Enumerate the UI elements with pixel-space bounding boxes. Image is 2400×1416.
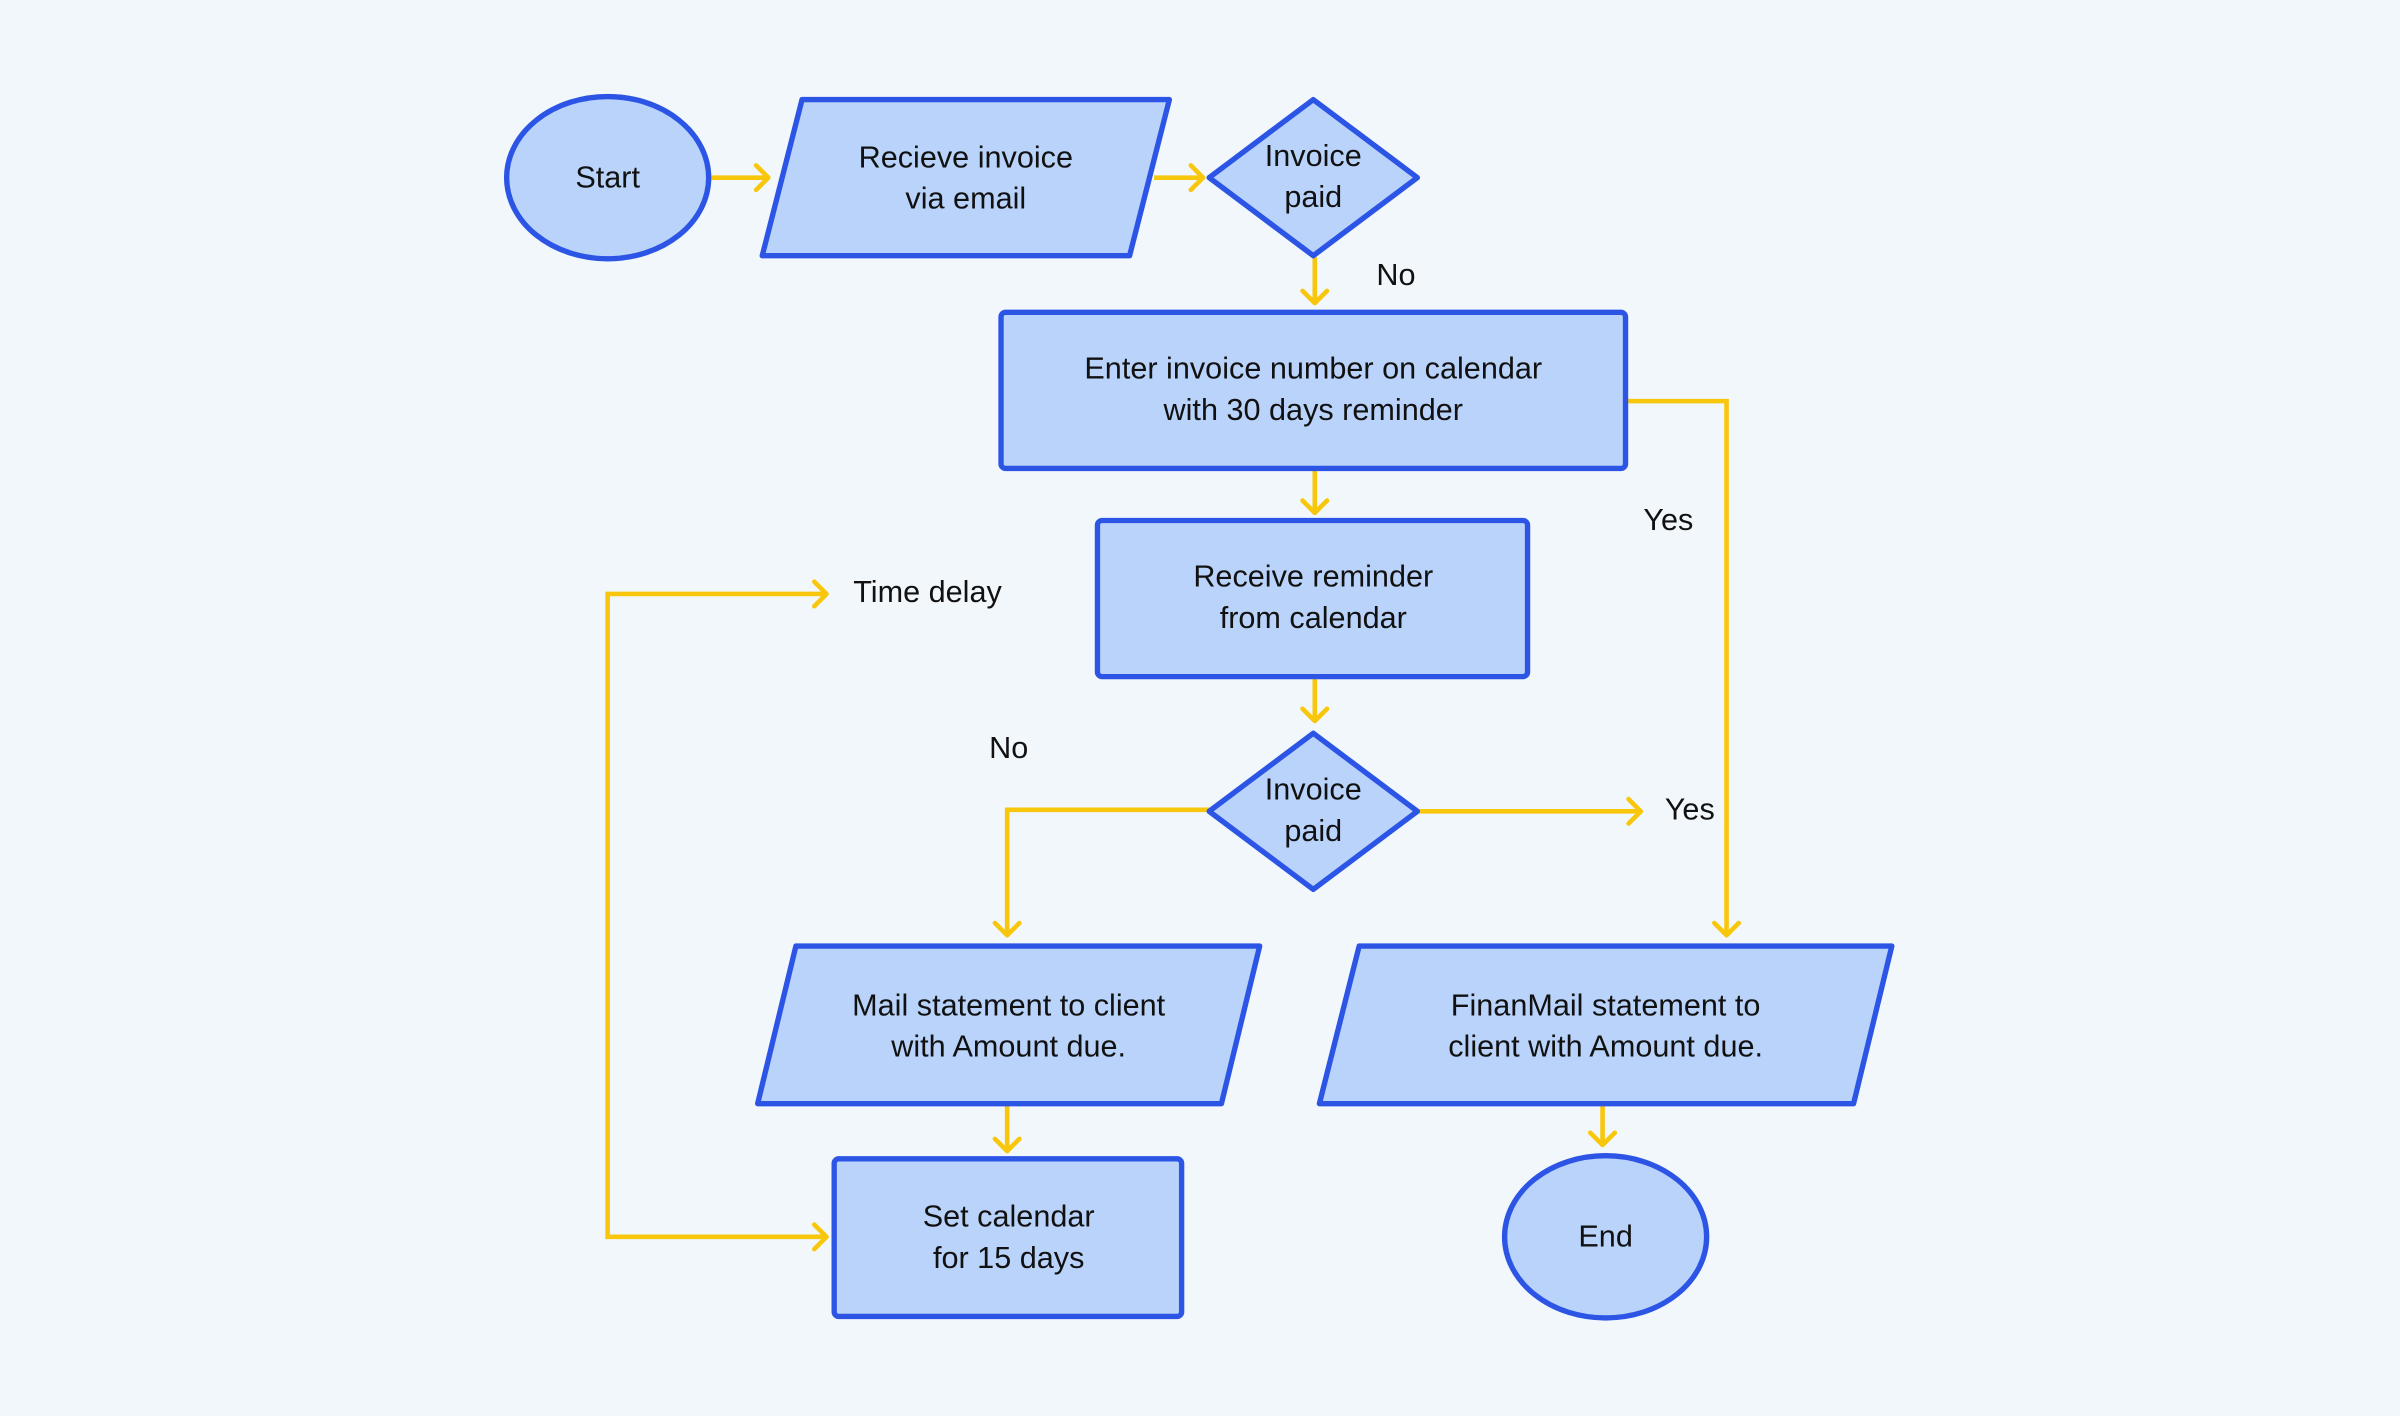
flowchart: Start Recieve invoice via email Invoice … bbox=[0, 0, 2400, 1416]
node-label: Invoice bbox=[1265, 773, 1362, 807]
node-label: FinanMail statement to bbox=[1451, 988, 1761, 1022]
node-finanmail-statement: FinanMail statement to client with Amoun… bbox=[1316, 943, 1895, 1107]
node-label: Receive reminder bbox=[1193, 560, 1433, 594]
node-label: Mail statement to client bbox=[852, 988, 1166, 1022]
node-label: paid bbox=[1284, 814, 1342, 848]
node-receive-invoice: Recieve invoice via email bbox=[759, 96, 1173, 259]
node-mail-statement: Mail statement to client with Amount due… bbox=[754, 943, 1263, 1107]
node-label: Start bbox=[575, 160, 640, 194]
node-label: End bbox=[1578, 1219, 1632, 1253]
edge-label-yes-2: Yes bbox=[1665, 792, 1715, 826]
node-label: with 30 days reminder bbox=[1163, 393, 1463, 427]
node-label: for 15 days bbox=[933, 1241, 1084, 1275]
node-enter-invoice: Enter invoice number on calendar with 30… bbox=[998, 309, 1629, 472]
node-label: Set calendar bbox=[923, 1200, 1095, 1234]
edge-label-no-1: No bbox=[1376, 258, 1415, 292]
node-label: client with Amount due. bbox=[1448, 1030, 1763, 1064]
node-label: paid bbox=[1284, 180, 1342, 214]
canvas-background bbox=[0, 0, 2400, 1416]
node-label: Enter invoice number on calendar bbox=[1084, 352, 1542, 386]
edge-label-time-delay: Time delay bbox=[853, 575, 1002, 609]
node-start: Start bbox=[503, 93, 712, 262]
edge-label-no-2: No bbox=[989, 731, 1028, 765]
node-set-calendar: Set calendar for 15 days bbox=[831, 1156, 1185, 1320]
node-label: Invoice bbox=[1265, 139, 1362, 173]
node-receive-reminder: Receive reminder from calendar bbox=[1094, 517, 1531, 680]
node-label: from calendar bbox=[1220, 601, 1407, 635]
node-label: Recieve invoice bbox=[859, 140, 1073, 174]
edge-label-yes-1: Yes bbox=[1643, 503, 1693, 537]
node-label: with Amount due. bbox=[890, 1030, 1126, 1064]
node-end: End bbox=[1501, 1153, 1710, 1321]
node-label: via email bbox=[905, 182, 1026, 216]
